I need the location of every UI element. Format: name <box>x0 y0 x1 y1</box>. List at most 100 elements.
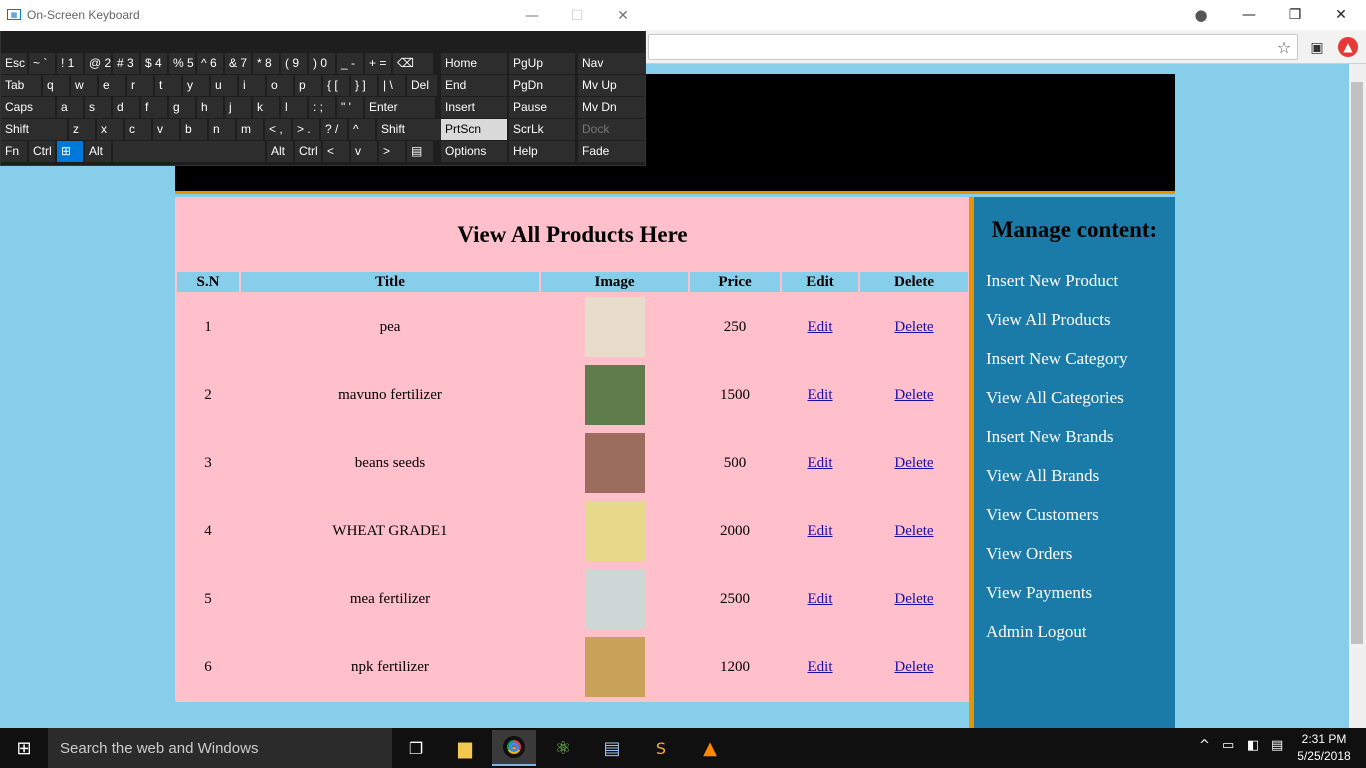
osk-key[interactable]: ~ ` <box>29 53 55 74</box>
osk-key[interactable]: c <box>125 119 151 140</box>
osk-key[interactable]: n <box>209 119 235 140</box>
edit-link[interactable]: Edit <box>808 659 833 675</box>
osk-key[interactable]: & 7 <box>225 53 251 74</box>
osk-key[interactable]: Fn <box>1 141 27 162</box>
sidebar-link[interactable]: Insert New Category <box>986 349 1128 369</box>
delete-link[interactable]: Delete <box>894 523 933 539</box>
edit-link[interactable]: Edit <box>808 319 833 335</box>
sidebar-link[interactable]: View Orders <box>986 544 1072 564</box>
sublime-app-icon[interactable]: S <box>639 730 683 766</box>
osk-key[interactable]: Tab <box>1 75 41 96</box>
osk-key[interactable]: q <box>43 75 69 96</box>
osk-key[interactable]: ? / <box>321 119 347 140</box>
chrome-app-icon[interactable] <box>492 730 536 766</box>
osk-key[interactable]: ^ 6 <box>197 53 223 74</box>
osk-key[interactable]: : ; <box>309 97 335 118</box>
osk-key[interactable]: Del <box>407 75 437 96</box>
remote-desktop-icon[interactable]: ▤ <box>590 730 634 766</box>
osk-key[interactable]: ) 0 <box>309 53 335 74</box>
osk-key[interactable]: ( 9 <box>281 53 307 74</box>
osk-key[interactable]: % 5 <box>169 53 195 74</box>
osk-key[interactable]: ScrLk <box>509 119 575 140</box>
delete-link[interactable]: Delete <box>894 387 933 403</box>
edit-link[interactable]: Edit <box>808 591 833 607</box>
osk-key[interactable]: m <box>237 119 263 140</box>
osk-minimize-icon[interactable]: — <box>509 0 555 31</box>
update-icon[interactable]: ▲ <box>1338 37 1358 57</box>
osk-key[interactable]: Esc <box>1 53 27 74</box>
atom-app-icon[interactable]: ⚛ <box>541 730 585 766</box>
osk-key[interactable]: Help <box>509 141 575 162</box>
osk-key[interactable]: ▤ <box>407 141 433 162</box>
osk-key[interactable]: * 8 <box>253 53 279 74</box>
osk-key[interactable]: p <box>295 75 321 96</box>
bookmark-star-icon[interactable]: ☆ <box>1274 37 1294 57</box>
osk-key[interactable]: y <box>183 75 209 96</box>
tray-network-icon[interactable]: ▭ <box>1222 738 1234 753</box>
osk-key[interactable]: f <box>141 97 167 118</box>
osk-key[interactable]: _ - <box>337 53 363 74</box>
osk-key[interactable]: @ 2 <box>85 53 111 74</box>
browser-restore-icon[interactable]: ❐ <box>1272 0 1318 30</box>
osk-key[interactable]: ^ <box>349 119 375 140</box>
osk-key[interactable]: k <box>253 97 279 118</box>
tray-chevron-icon[interactable]: ^ <box>1199 738 1210 753</box>
osk-key[interactable]: Ctrl <box>29 141 55 162</box>
osk-key[interactable]: End <box>441 75 507 96</box>
osk-key[interactable]: PrtScn <box>441 119 507 140</box>
osk-key[interactable] <box>113 141 265 162</box>
osk-key[interactable]: Alt <box>267 141 293 162</box>
extension-icon[interactable]: ▣ <box>1306 37 1328 59</box>
taskbar-clock[interactable]: 2:31 PM 5/25/2018 <box>1294 731 1354 765</box>
osk-key[interactable]: h <box>197 97 223 118</box>
osk-key[interactable]: ⌫ <box>393 53 433 74</box>
sidebar-link[interactable]: Admin Logout <box>986 622 1087 642</box>
osk-key[interactable]: o <box>267 75 293 96</box>
browser-minimize-icon[interactable]: — <box>1226 0 1272 30</box>
sidebar-link[interactable]: View Customers <box>986 505 1099 525</box>
osk-key[interactable]: PgUp <box>509 53 575 74</box>
osk-key[interactable]: ⊞ <box>57 141 83 162</box>
delete-link[interactable]: Delete <box>894 455 933 471</box>
osk-key[interactable]: " ' <box>337 97 363 118</box>
osk-key[interactable]: } ] <box>351 75 377 96</box>
osk-key[interactable]: j <box>225 97 251 118</box>
osk-key[interactable]: u <box>211 75 237 96</box>
osk-key[interactable]: w <box>71 75 97 96</box>
osk-key[interactable]: t <box>155 75 181 96</box>
edit-link[interactable]: Edit <box>808 387 833 403</box>
delete-link[interactable]: Delete <box>894 591 933 607</box>
osk-key[interactable]: Home <box>441 53 507 74</box>
vlc-app-icon[interactable]: ▲ <box>688 730 732 766</box>
osk-key[interactable]: Nav <box>578 53 645 74</box>
osk-key[interactable]: e <box>99 75 125 96</box>
edit-link[interactable]: Edit <box>808 455 833 471</box>
osk-key[interactable]: Pause <box>509 97 575 118</box>
osk-key[interactable]: PgDn <box>509 75 575 96</box>
osk-key[interactable]: Caps <box>1 97 55 118</box>
profile-icon[interactable]: ● <box>1190 5 1212 25</box>
osk-key[interactable]: Ctrl <box>295 141 321 162</box>
osk-key[interactable]: d <box>113 97 139 118</box>
osk-key[interactable]: z <box>69 119 95 140</box>
osk-key[interactable]: > . <box>293 119 319 140</box>
scrollbar-thumb[interactable] <box>1351 82 1363 644</box>
osk-key[interactable]: a <box>57 97 83 118</box>
sidebar-link[interactable]: View All Brands <box>986 466 1099 486</box>
sidebar-link[interactable]: View All Categories <box>986 388 1124 408</box>
osk-key[interactable]: Fade <box>578 141 645 162</box>
sidebar-link[interactable]: Insert New Product <box>986 271 1118 291</box>
delete-link[interactable]: Delete <box>894 319 933 335</box>
osk-key[interactable]: s <box>85 97 111 118</box>
osk-key[interactable]: Enter <box>365 97 435 118</box>
tray-notification-icon[interactable]: ▤ <box>1271 738 1283 753</box>
delete-link[interactable]: Delete <box>894 659 933 675</box>
osk-key[interactable]: i <box>239 75 265 96</box>
osk-key[interactable]: x <box>97 119 123 140</box>
sidebar-link[interactable]: View Payments <box>986 583 1092 603</box>
osk-key[interactable]: r <box>127 75 153 96</box>
osk-key[interactable]: b <box>181 119 207 140</box>
osk-key[interactable]: Shift <box>1 119 67 140</box>
osk-key[interactable]: + = <box>365 53 391 74</box>
osk-key[interactable]: Insert <box>441 97 507 118</box>
